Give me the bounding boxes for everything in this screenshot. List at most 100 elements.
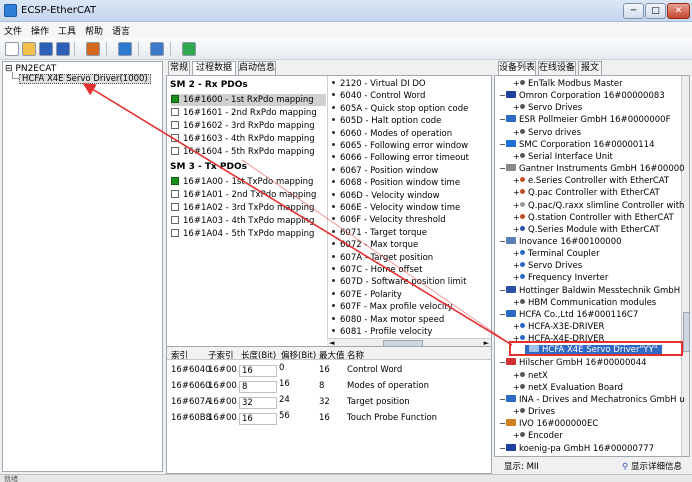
device-node[interactable]: + Q.pac/Q.raxx slimline Controller with: [513, 200, 684, 211]
collapse-icon[interactable]: −: [499, 394, 506, 405]
device-node[interactable]: + Q.pac Controller with EtherCAT: [513, 187, 660, 198]
vendor-node[interactable]: − Hilscher GmbH 16#00000044: [499, 357, 647, 368]
minimize-button[interactable]: ─: [623, 3, 644, 19]
expand-icon[interactable]: +: [513, 102, 520, 113]
pdo-item[interactable]: 16#1600 - 1st RxPdo mapping: [171, 94, 326, 106]
menu-file[interactable]: 文件: [4, 24, 22, 37]
device-node[interactable]: + Serial Interface Unit: [513, 151, 613, 162]
pdo-item[interactable]: 16#1A01 - 2nd TxPdo mapping: [171, 189, 326, 201]
grid-row[interactable]: 16#607A 16#00 32 24 32 Target position: [167, 395, 491, 411]
device-catalog-tree[interactable]: + EnTalk Modbus Master − Omron Corporation …: [494, 75, 690, 457]
pdo-checkbox[interactable]: [171, 95, 179, 103]
vendor-node[interactable]: − HCFA Co.,Ltd 16#000116C7: [499, 309, 638, 320]
project-tree[interactable]: ⊟ PN2ECAT HCFA X4E Servo Driver(1000): [2, 61, 163, 472]
expand-icon[interactable]: +: [513, 406, 520, 417]
object-entry[interactable]: 6081 - Profile velocity: [332, 326, 432, 338]
collapse-icon[interactable]: −: [499, 163, 506, 174]
pdo-item[interactable]: 16#1A02 - 3rd TxPdo mapping: [171, 202, 326, 214]
expand-icon[interactable]: +: [513, 370, 520, 381]
collapse-icon[interactable]: −: [499, 418, 506, 429]
pdo-checkbox[interactable]: [171, 177, 179, 185]
grid-row[interactable]: 16#6060 16#00 8 16 8 Modes of operation: [167, 379, 491, 395]
show-details-button[interactable]: ⚲ 显示详细信息: [622, 460, 682, 472]
pdo-checkbox[interactable]: [171, 229, 179, 237]
vendor-node[interactable]: − INA - Drives and Mechatronics GmbH u: [499, 394, 685, 405]
tab-general[interactable]: 常规: [168, 61, 190, 75]
save-all-icon[interactable]: [56, 42, 70, 56]
device-node[interactable]: + Servo Drives: [513, 102, 582, 113]
collapse-icon[interactable]: −: [499, 114, 506, 125]
collapse-icon[interactable]: −: [499, 357, 506, 368]
object-entry[interactable]: 6068 - Position window time: [332, 177, 460, 189]
display-mode-label[interactable]: 显示: MII: [504, 460, 539, 472]
object-entry[interactable]: 607A - Target position: [332, 252, 433, 264]
expand-icon[interactable]: +: [513, 297, 520, 308]
vendor-node[interactable]: − koenig-pa GmbH 16#00000777: [499, 443, 654, 454]
grid-row[interactable]: 16#6040 16#00 16 0 16 Control Word: [167, 363, 491, 379]
expand-icon[interactable]: +: [513, 151, 520, 162]
pdo-item[interactable]: 16#1601 - 2nd RxPdo mapping: [171, 107, 326, 119]
tree-node-servo-driver[interactable]: HCFA X4E Servo Driver(1000): [19, 74, 151, 84]
object-entry[interactable]: 6060 - Modes of operation: [332, 128, 452, 140]
collapse-icon[interactable]: −: [499, 236, 506, 247]
expand-icon[interactable]: +: [513, 382, 520, 393]
object-entry[interactable]: 607E - Polarity: [332, 289, 402, 301]
device-scroll-thumb[interactable]: [683, 312, 689, 352]
pdo-item[interactable]: 16#1604 - 5th RxPdo mapping: [171, 146, 326, 158]
list-config-icon[interactable]: [150, 42, 164, 56]
tab-online-devices[interactable]: 在线设备: [538, 61, 576, 75]
save-icon[interactable]: [39, 42, 53, 56]
object-entry[interactable]: 607D - Software position limit: [332, 276, 466, 288]
device-node[interactable]: + netX: [513, 370, 548, 381]
pdo-checkbox[interactable]: [171, 190, 179, 198]
collapse-icon[interactable]: −: [499, 90, 506, 101]
vendor-node[interactable]: − IVO 16#000000EC: [499, 418, 598, 429]
refresh-icon[interactable]: [182, 42, 196, 56]
close-button[interactable]: ✕: [667, 3, 690, 19]
device-node[interactable]: + Servo drives: [513, 127, 581, 138]
object-entry[interactable]: 6080 - Max motor speed: [332, 314, 444, 326]
object-entry[interactable]: 6040 - Control Word: [332, 90, 425, 102]
tab-process-data[interactable]: 过程数据: [192, 61, 236, 76]
object-entry[interactable]: 606E - Velocity window time: [332, 202, 460, 214]
device-node[interactable]: + Encoder: [513, 430, 563, 441]
object-entry[interactable]: 607C - Home offset: [332, 264, 422, 276]
vendor-node[interactable]: − Gantner Instruments GmbH 16#00000: [499, 163, 685, 174]
expand-icon[interactable]: +: [513, 248, 520, 259]
object-entry[interactable]: 606F - Velocity threshold: [332, 214, 446, 226]
device-node[interactable]: + Drives: [513, 406, 555, 417]
object-entry[interactable]: 2120 - Virtual DI DO: [332, 78, 426, 90]
device-node[interactable]: + HCFA-X3E-DRIVER: [513, 321, 604, 332]
pdo-item[interactable]: 16#1A03 - 4th TxPdo mapping: [171, 215, 326, 227]
device-node[interactable]: + Q.station Controller with EtherCAT: [513, 212, 674, 223]
menu-tools[interactable]: 工具: [58, 24, 76, 37]
object-entry-list[interactable]: 2120 - Virtual DI DO 6040 - Control Word 6…: [327, 76, 491, 338]
pdo-checkbox[interactable]: [171, 147, 179, 155]
expand-icon[interactable]: +: [513, 212, 520, 223]
expand-icon[interactable]: +: [513, 127, 520, 138]
device-node[interactable]: + EnTalk Modbus Master: [513, 78, 623, 89]
device-node[interactable]: + netX Evaluation Board: [513, 382, 623, 393]
tab-startup-info[interactable]: 启动信息: [238, 61, 276, 75]
pdo-item[interactable]: 16#1602 - 3rd RxPdo mapping: [171, 120, 326, 132]
collapse-icon[interactable]: −: [499, 443, 506, 454]
object-entry[interactable]: 6067 - Position window: [332, 165, 438, 177]
expand-icon[interactable]: +: [513, 200, 520, 211]
new-file-icon[interactable]: [5, 42, 19, 56]
expand-icon[interactable]: +: [513, 272, 520, 283]
vendor-node[interactable]: − Hottinger Baldwin Messtechnik GmbH: [499, 285, 680, 296]
menu-language[interactable]: 语言: [112, 24, 130, 37]
vendor-node[interactable]: − SMC Corporation 16#00000114: [499, 139, 654, 150]
expand-icon[interactable]: +: [513, 187, 520, 198]
network-icon[interactable]: [118, 42, 132, 56]
object-entry[interactable]: 6071 - Target torque: [332, 227, 427, 239]
expand-icon[interactable]: +: [513, 260, 520, 271]
object-entry[interactable]: 605A - Quick stop option code: [332, 103, 468, 115]
expand-icon[interactable]: +: [513, 224, 520, 235]
device-node[interactable]: + e.Series Controller with EtherCAT: [513, 175, 669, 186]
expand-icon[interactable]: +: [513, 430, 520, 441]
open-folder-icon[interactable]: [22, 42, 36, 56]
vendor-node[interactable]: − Inovance 16#00100000: [499, 236, 622, 247]
expand-icon[interactable]: +: [513, 78, 520, 89]
device-node[interactable]: + Q.Series Module with EtherCAT: [513, 224, 660, 235]
